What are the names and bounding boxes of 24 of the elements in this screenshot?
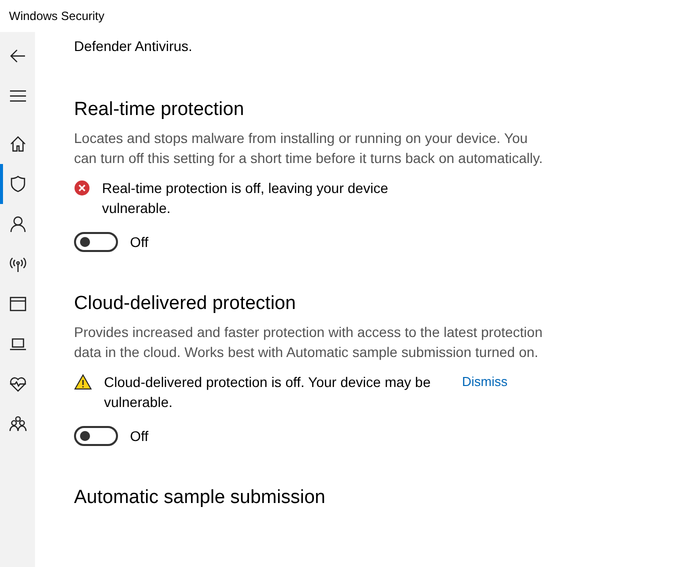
window-icon bbox=[8, 295, 26, 313]
window-title: Windows Security bbox=[9, 9, 104, 23]
alert-message: Cloud-delivered protection is off. Your device may be vulnerable. bbox=[104, 373, 432, 412]
error-icon bbox=[74, 180, 90, 196]
shield-icon bbox=[8, 175, 26, 193]
home-icon bbox=[8, 135, 26, 153]
people-icon bbox=[8, 415, 26, 433]
section-title: Cloud-delivered protection bbox=[74, 292, 297, 316]
antenna-icon bbox=[8, 255, 26, 273]
toggle-label: Off bbox=[130, 428, 148, 444]
heart-icon bbox=[8, 375, 26, 393]
back-arrow-icon bbox=[8, 47, 26, 65]
person-icon bbox=[8, 215, 26, 233]
toggle-switch[interactable] bbox=[74, 232, 118, 252]
section-title: Automatic sample submission bbox=[74, 486, 326, 510]
toggle-label: Off bbox=[130, 234, 148, 250]
alert-message: Real-time protection is off, leaving your device vulnerable. bbox=[102, 179, 390, 218]
intro-text: Defender Antivirus. bbox=[74, 37, 194, 56]
warning-icon bbox=[74, 374, 92, 390]
section-title: Real-time protection bbox=[74, 98, 246, 122]
section-description: Locates and stops malware from installing or running on your device. You can turn off this setting for a short time before it turns back on automatically. bbox=[74, 129, 544, 168]
section-description: Provides increased and faster protection with access to the latest protection data in the cloud. Works best with Automatic sample submission turned on. bbox=[74, 323, 544, 362]
dismiss-link[interactable]: Dismiss bbox=[462, 372, 508, 392]
toggle-switch[interactable] bbox=[74, 426, 118, 446]
